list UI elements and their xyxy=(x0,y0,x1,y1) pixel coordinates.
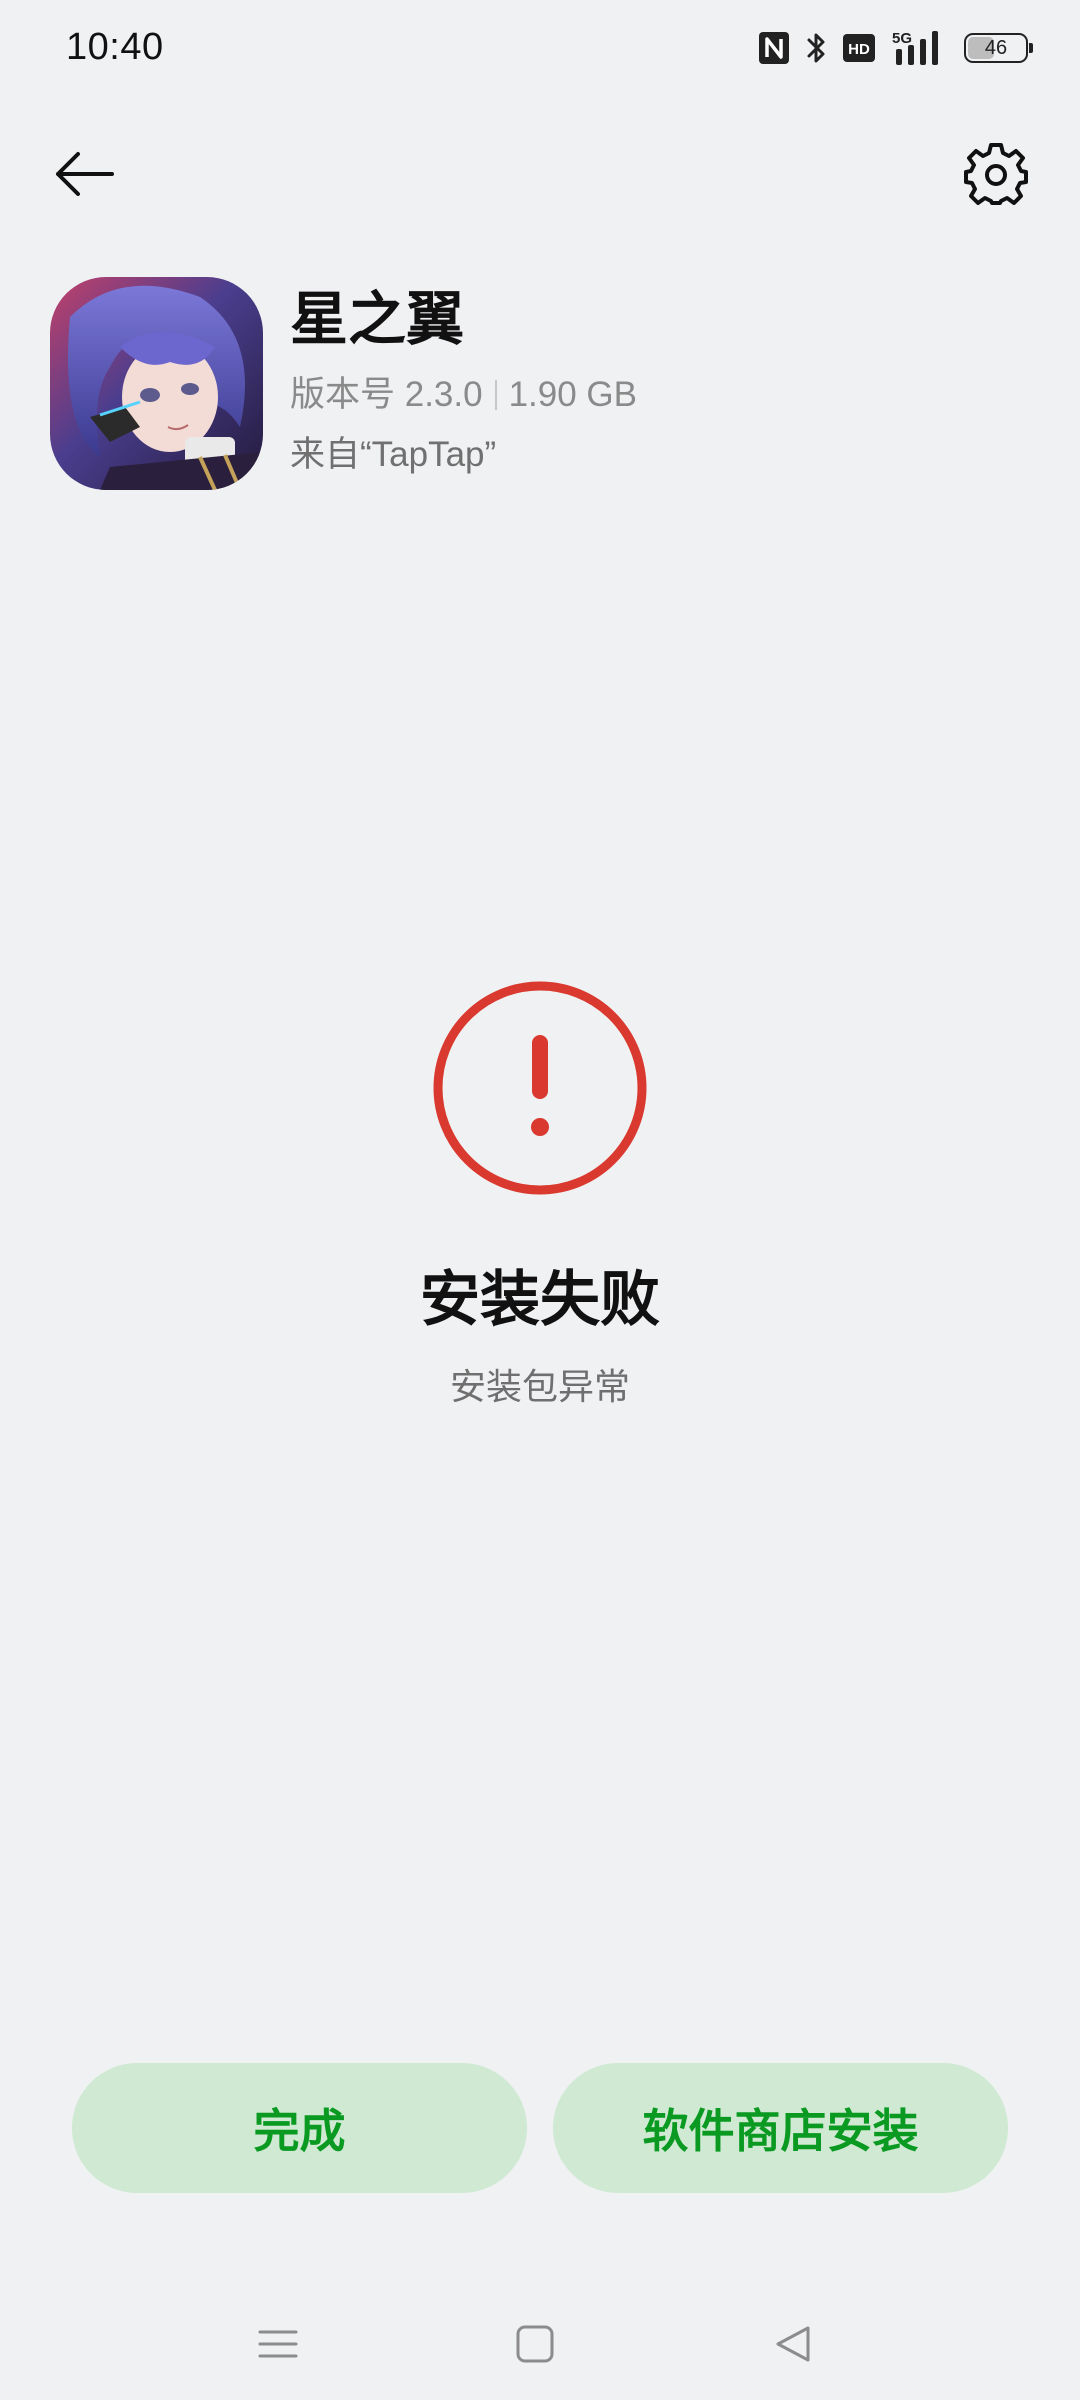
app-name: 星之翼 xyxy=(290,285,465,353)
error-subtitle: 安装包异常 xyxy=(449,1367,630,1408)
app-version: 版本号 2.3.0 xyxy=(290,375,483,414)
nav-home-button[interactable] xyxy=(495,2304,575,2384)
back-button[interactable] xyxy=(40,130,128,218)
app-meta: 版本号 2.3.0 1.90 GB xyxy=(290,377,637,412)
nav-back-button[interactable] xyxy=(754,2304,834,2384)
home-square-icon xyxy=(516,2325,554,2363)
app-size: 1.90 GB xyxy=(508,375,637,414)
back-triangle-icon xyxy=(776,2326,810,2362)
exclamation-circle-icon xyxy=(431,979,649,1197)
signal-5g-icon: 5G xyxy=(890,29,950,67)
done-button[interactable]: 完成 xyxy=(72,2063,527,2193)
nav-menu-button[interactable] xyxy=(238,2304,318,2384)
hd-icon: HD xyxy=(842,33,876,63)
app-source: 来自“TapTap” xyxy=(290,435,497,474)
error-title: 安装失败 xyxy=(420,1265,660,1335)
meta-divider xyxy=(494,379,497,410)
app-icon xyxy=(50,277,263,490)
battery-level: 46 xyxy=(984,36,1008,59)
hd-badge-text: HD xyxy=(848,41,870,58)
status-bar: 10:40 HD 5G 46 xyxy=(0,0,1080,100)
navigation-bar xyxy=(0,2280,1080,2390)
network-type-text: 5G xyxy=(892,30,912,47)
bluetooth-icon xyxy=(804,30,828,66)
nfc-icon xyxy=(758,31,790,65)
gear-icon xyxy=(964,143,1028,205)
store-install-button[interactable]: 软件商店安装 xyxy=(553,2063,1008,2193)
status-time: 10:40 xyxy=(66,26,164,68)
menu-icon xyxy=(258,2330,298,2358)
battery-icon: 46 xyxy=(964,33,1033,63)
settings-button[interactable] xyxy=(952,130,1040,218)
status-icons: HD 5G 46 xyxy=(758,28,1033,68)
arrow-left-icon xyxy=(56,152,114,196)
